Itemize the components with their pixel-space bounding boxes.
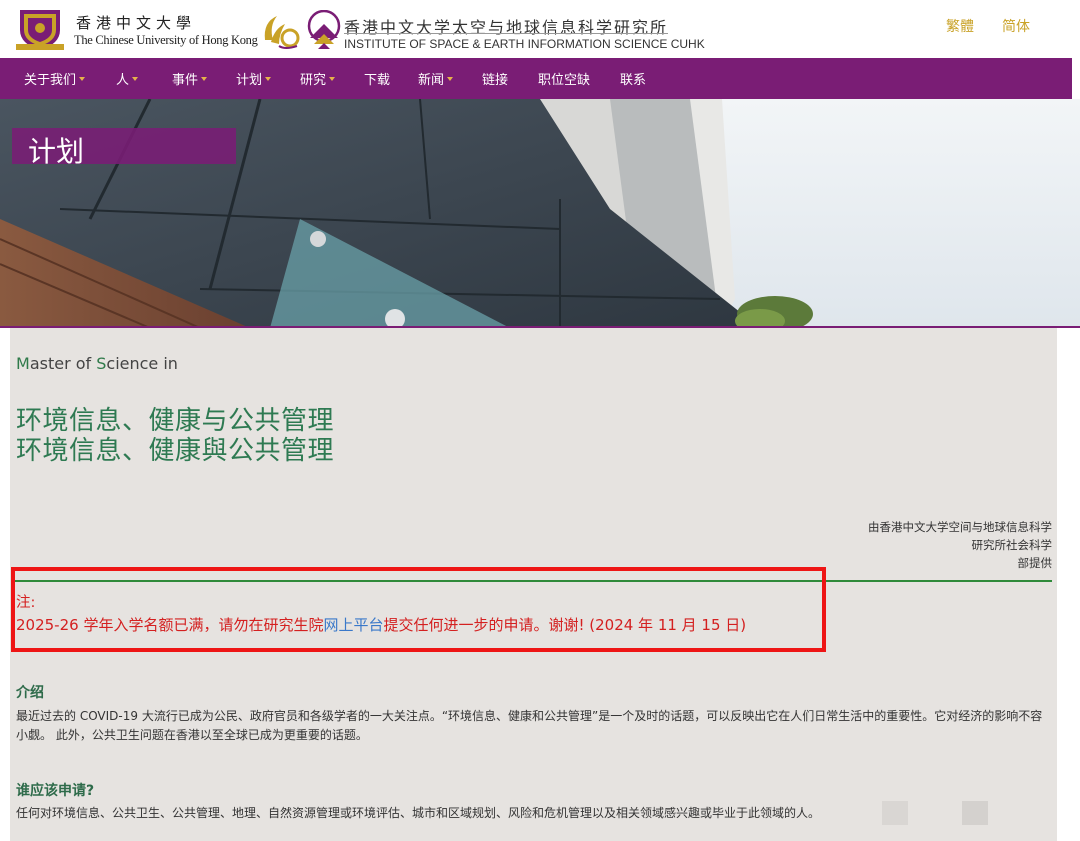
nav-item-research[interactable]: 研究 [300, 58, 364, 99]
issc-logo[interactable] [306, 10, 342, 50]
nav-item-links[interactable]: 链接 [482, 58, 538, 99]
intro-text: 最近过去的 COVID-19 大流行已成为公民、政府官员和各级学者的一大关注点。… [16, 709, 1043, 742]
intro-heading: 介绍 [16, 685, 44, 701]
issc-name-english: INSTITUTE OF SPACE & EARTH INFORMATION S… [344, 37, 705, 51]
program-title-traditional: 环境信息、健康與公共管理 [16, 436, 335, 466]
nav-item-label: 链接 [482, 73, 509, 88]
main-nav: 关于我们 人 事件 计划 研究 下载 新闻 链接 职位空缺 联系 [0, 58, 1072, 99]
degree-prefix-text: aster of [29, 354, 97, 373]
chevron-down-icon [329, 77, 336, 81]
nav-edge [1072, 58, 1080, 99]
degree-prefix-initial: S [96, 354, 107, 373]
nav-item-events[interactable]: 事件 [172, 58, 236, 99]
faded-overlay [882, 801, 908, 825]
issc-divider [344, 33, 668, 34]
nav-item-label: 关于我们 [24, 73, 77, 88]
cuhk-name-chinese: 香港中文大學 [76, 14, 197, 32]
nav-item-label: 联系 [620, 73, 647, 88]
issc-name-chinese: 香港中文大学太空与地球信息科学研究所 [344, 18, 669, 37]
chevron-down-icon [265, 77, 272, 81]
nav-item-vacancies[interactable]: 职位空缺 [538, 58, 620, 99]
provider-line: 部提供 [1017, 556, 1053, 570]
cuhk-name-english: The Chinese University of Hong Kong [74, 33, 258, 47]
anniversary-logo [264, 16, 300, 49]
chevron-down-icon [201, 77, 208, 81]
nav-item-programs[interactable]: 计划 [236, 58, 300, 99]
chevron-down-icon [79, 77, 86, 81]
nav-item-label: 研究 [300, 73, 327, 88]
degree-prefix-text: cience in [106, 354, 178, 373]
nav-item-label: 下载 [364, 73, 391, 88]
nav-item-label: 职位空缺 [538, 73, 591, 88]
page-title: 计划 [28, 135, 85, 168]
nav-item-news[interactable]: 新闻 [418, 58, 482, 99]
chevron-down-icon [447, 77, 454, 81]
nav-item-label: 事件 [172, 73, 199, 88]
chevron-down-icon [132, 77, 139, 81]
nav-item-label: 新闻 [418, 73, 445, 88]
degree-prefix-initial: M [16, 354, 30, 373]
who-should-apply-heading: 谁应该申请? [16, 783, 95, 799]
degree-prefix: Master of Science in [16, 354, 178, 373]
highlight-box [11, 567, 826, 652]
lang-simplified-link[interactable]: 简体 [1002, 16, 1030, 36]
provider-line: 研究所社会科学 [971, 538, 1053, 552]
nav-item-about[interactable]: 关于我们 [24, 58, 116, 99]
nav-item-label: 人 [116, 73, 130, 88]
lang-traditional-link[interactable]: 繁體 [946, 16, 974, 36]
nav-item-contact[interactable]: 联系 [620, 58, 660, 99]
nav-item-downloads[interactable]: 下载 [364, 58, 418, 99]
site-header: 香港中文大學 The Chinese University of Hong Ko… [0, 0, 1080, 58]
cuhk-crest-logo[interactable] [14, 8, 66, 52]
nav-item-label: 计划 [236, 73, 263, 88]
faded-overlay [962, 801, 988, 825]
nav-item-people[interactable]: 人 [116, 58, 172, 99]
provider-line: 由香港中文大学空间与地球信息科学 [868, 520, 1052, 534]
